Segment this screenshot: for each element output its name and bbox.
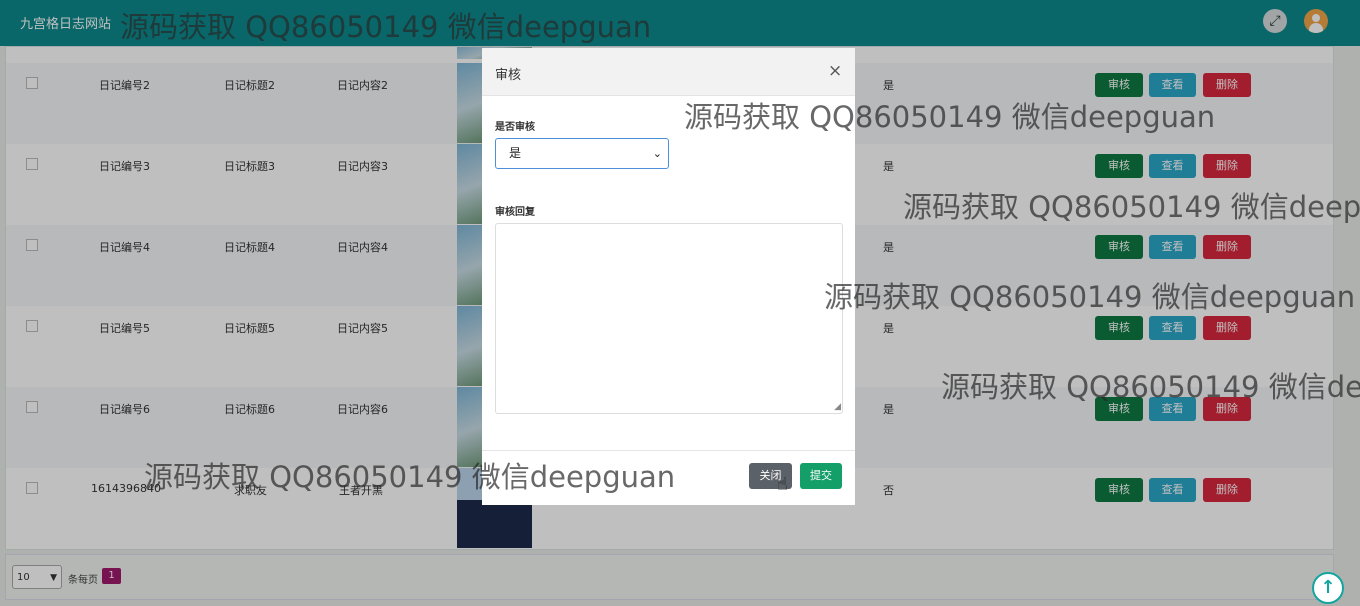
hand-pointer-icon: ☝ (777, 474, 788, 495)
close-icon[interactable]: × (828, 61, 842, 81)
watermark-text: 源码获取 QQ86050149 微信deepguan (903, 190, 1360, 224)
scroll-to-top-icon[interactable]: ↑ (1312, 572, 1344, 604)
watermark-text: 源码获取 QQ86050149 微信deepguan (684, 100, 1216, 134)
reply-field-label: 审核回复 (495, 207, 535, 218)
audit-select-value: 是 (509, 146, 522, 160)
dialog-header: 审核 × (482, 48, 855, 96)
watermark-text: 源码获取 QQ86050149 微信deepguan (120, 10, 652, 44)
watermark-text: 源码获取 QQ86050149 微信deepguan (941, 370, 1360, 404)
watermark-text: 源码获取 QQ86050149 微信deepguan (824, 280, 1356, 314)
submit-button[interactable]: 提交 (800, 463, 842, 489)
audit-field-label: 是否审核 (495, 122, 535, 133)
audit-select[interactable]: 是 ⌄ (495, 138, 669, 169)
chevron-down-icon: ⌄ (652, 147, 662, 160)
watermark-text: 源码获取 QQ86050149 微信deepguan (144, 460, 676, 494)
audit-reply-textarea[interactable]: ◢ (495, 223, 843, 414)
dialog-title: 审核 (495, 68, 522, 83)
resize-handle-icon[interactable]: ◢ (834, 402, 841, 412)
